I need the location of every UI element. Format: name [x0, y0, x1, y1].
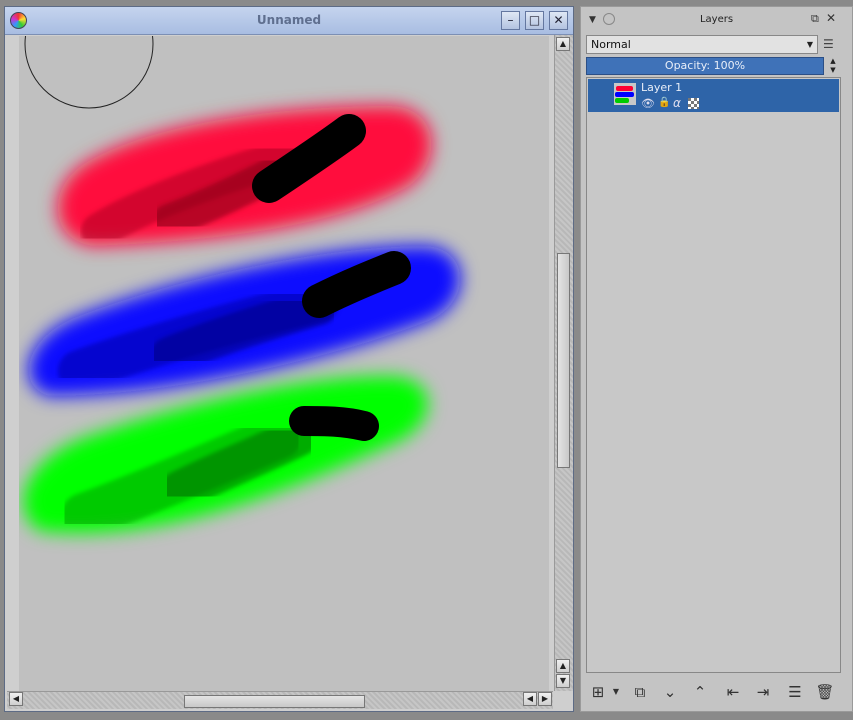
lock-icon[interactable]: 🔒	[658, 97, 670, 108]
scroll-left-button[interactable]: ◀	[9, 692, 23, 706]
blue-paint-stroke	[28, 246, 461, 396]
horizontal-scroll-thumb[interactable]	[184, 695, 365, 708]
scroll-up-button-bottom[interactable]: ▲	[556, 659, 570, 673]
opacity-spin-buttons[interactable]: ▲ ▼	[826, 57, 840, 75]
minimize-button[interactable]: –	[501, 11, 520, 30]
visibility-eye-icon[interactable]: 👁	[641, 97, 655, 110]
move-layer-into-icon[interactable]: ⇥	[752, 681, 774, 703]
scroll-right-button[interactable]: ▶	[538, 692, 552, 706]
canvas-window: Unnamed – □ ✕ ▲ ▲ ▼ ◀ ◀ ▶	[4, 6, 574, 712]
layer-properties-icon[interactable]: ☰	[784, 681, 806, 703]
layers-docker: ▼ Layers ⧉ ✕ Normal ▼ ☰ Opacity: 100% ▲ ▼…	[580, 6, 853, 712]
blend-mode-select[interactable]: Normal	[586, 35, 818, 54]
view-mode-icon[interactable]: ☰	[823, 37, 839, 51]
opacity-slider[interactable]: Opacity: 100%	[586, 57, 824, 75]
duplicate-layer-icon[interactable]: ⧉	[629, 681, 651, 703]
green-paint-stroke	[23, 376, 428, 539]
layer-name[interactable]: Layer 1	[641, 81, 682, 94]
float-docker-icon[interactable]: ⧉	[811, 12, 819, 26]
close-button[interactable]: ✕	[549, 11, 568, 30]
layer-list[interactable]: Layer 1 👁 🔒 α	[586, 77, 841, 673]
canvas-left-margin	[5, 35, 19, 691]
maximize-button[interactable]: □	[525, 11, 544, 30]
red-paint-stroke	[57, 106, 432, 249]
layer-row[interactable]: Layer 1 👁 🔒 α	[588, 79, 839, 112]
close-docker-icon[interactable]: ✕	[826, 11, 836, 25]
chevron-down-icon[interactable]: ▼	[803, 36, 817, 53]
scroll-down-button[interactable]: ▼	[556, 674, 570, 688]
layer-thumbnail	[614, 83, 636, 105]
inherit-alpha-icon[interactable]	[688, 98, 699, 109]
window-title: Unnamed	[256, 13, 322, 27]
canvas-titlebar[interactable]: Unnamed – □ ✕	[5, 7, 573, 35]
scroll-left-button-right[interactable]: ◀	[523, 692, 537, 706]
canvas-painting	[23, 36, 461, 539]
add-layer-menu-icon[interactable]: ▼	[605, 681, 627, 703]
move-layer-up-icon[interactable]: ⌃	[689, 681, 711, 703]
vertical-scroll-thumb[interactable]	[557, 253, 570, 468]
drawing-canvas[interactable]	[19, 36, 549, 691]
alpha-lock-icon[interactable]: α	[673, 96, 681, 110]
delete-layer-icon[interactable]: 🗑	[814, 681, 836, 703]
move-layer-out-icon[interactable]: ⇤	[722, 681, 744, 703]
scroll-up-button[interactable]: ▲	[556, 37, 570, 51]
move-layer-down-icon[interactable]: ⌄	[659, 681, 681, 703]
brush-cursor-outline	[24, 36, 154, 109]
